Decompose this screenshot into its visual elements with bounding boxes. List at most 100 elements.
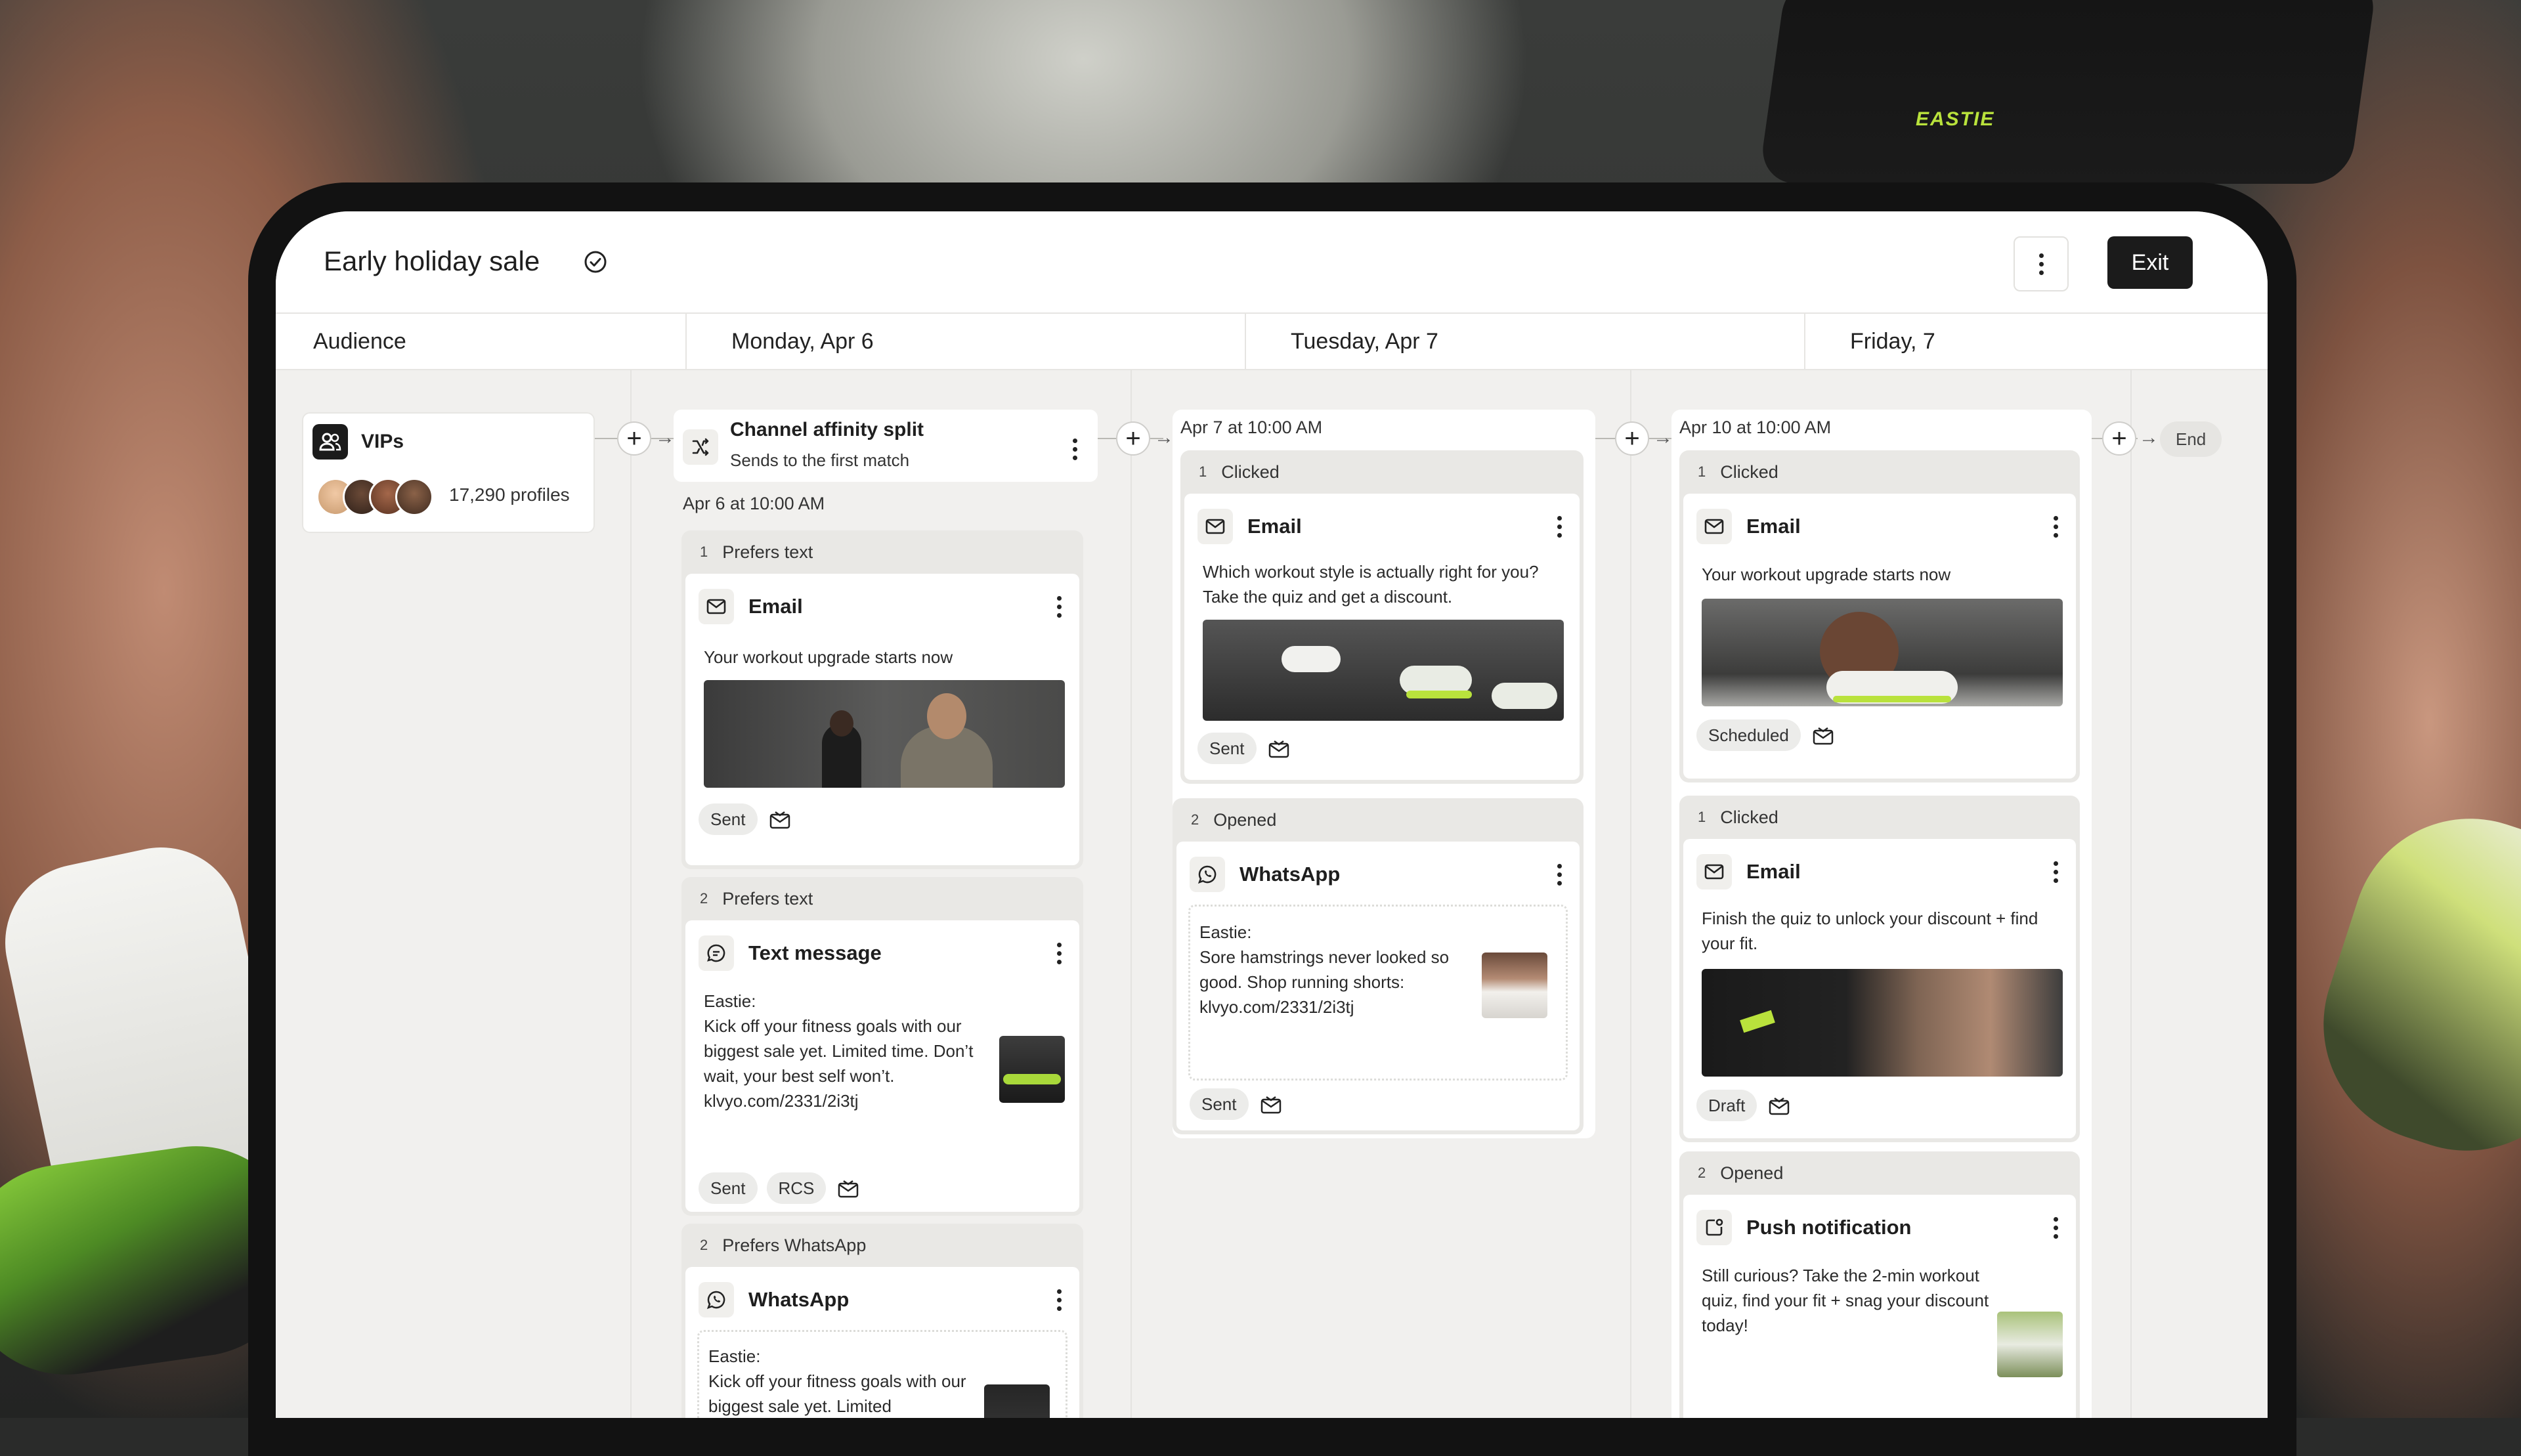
message-card[interactable]: Email Your workout upgrade starts now Sc… bbox=[1683, 494, 2076, 779]
friday-step: Apr 10 at 10:00 AM 1 Clicked Email Your w… bbox=[1671, 410, 2092, 1418]
message-menu-icon[interactable] bbox=[2052, 1216, 2059, 1239]
status-chip: Sent bbox=[699, 1172, 758, 1204]
message-channel: Text message bbox=[748, 941, 882, 964]
branch-condition: Prefers text bbox=[722, 888, 813, 909]
email-status-icon bbox=[1258, 1091, 1284, 1117]
push-notification-icon bbox=[1696, 1210, 1732, 1245]
audience-profile-count: 17,290 profiles bbox=[449, 484, 570, 505]
add-step-button[interactable]: + bbox=[1615, 421, 1649, 456]
exit-button[interactable]: Exit bbox=[2107, 236, 2193, 289]
flow-header: Early holiday sale Exit bbox=[276, 211, 2268, 314]
whatsapp-text: Eastie: Kick off your fitness goals with… bbox=[708, 1346, 966, 1416]
branch-number: 1 bbox=[1698, 463, 1706, 480]
email-icon bbox=[1696, 509, 1732, 544]
message-channel: Email bbox=[1247, 515, 1302, 538]
shirt-brand-logo: EASTIE bbox=[1916, 108, 1995, 130]
column-divider bbox=[630, 370, 632, 1418]
message-preview: Your workout upgrade starts now bbox=[1702, 565, 1951, 584]
branch-number: 1 bbox=[700, 544, 708, 560]
kebab-icon bbox=[2038, 253, 2044, 275]
email-hero-image bbox=[1702, 969, 2063, 1077]
email-hero-image bbox=[704, 680, 1065, 788]
email-hero-image bbox=[1203, 620, 1564, 721]
email-status-icon bbox=[835, 1175, 861, 1201]
audience-avatars bbox=[316, 478, 433, 516]
message-channel: Email bbox=[748, 595, 803, 618]
branch-card: 1 Clicked Email Your workout upgrade star… bbox=[1679, 450, 2080, 782]
email-hero-image bbox=[1702, 599, 2063, 706]
audience-name: VIPs bbox=[361, 431, 404, 452]
message-menu-icon[interactable] bbox=[2052, 861, 2059, 883]
branch-number: 1 bbox=[1698, 809, 1706, 825]
branch-number: 2 bbox=[700, 890, 708, 907]
branch-condition: Clicked bbox=[1720, 807, 1778, 827]
message-menu-icon[interactable] bbox=[1556, 515, 1562, 538]
message-card[interactable]: Email Finish the quiz to unlock your dis… bbox=[1683, 839, 2076, 1138]
arrow-right-icon: → bbox=[655, 427, 675, 448]
add-step-button[interactable]: + bbox=[2102, 421, 2136, 456]
arrow-right-icon: → bbox=[1653, 427, 1673, 448]
audience-card[interactable]: VIPs 17,290 profiles bbox=[302, 412, 595, 533]
branch-card: 1 Clicked Email Finish the quiz to unlock… bbox=[1679, 796, 2080, 1142]
message-card[interactable]: Email Which workout style is actually ri… bbox=[1184, 494, 1580, 780]
message-channel: Email bbox=[1746, 515, 1801, 538]
more-options-button[interactable] bbox=[2014, 236, 2069, 291]
app-screen: Early holiday sale Exit Audience Monday,… bbox=[276, 211, 2268, 1418]
column-divider bbox=[1630, 370, 1631, 1418]
branch-card: 2 Prefers text Text message Eastie: Kick … bbox=[681, 877, 1083, 1216]
whatsapp-thumbnail bbox=[984, 1384, 1050, 1418]
whatsapp-text: Eastie: Sore hamstrings never looked so … bbox=[1199, 922, 1450, 1017]
branch-card: 1 Prefers text Email Your workout upgrade… bbox=[681, 530, 1083, 869]
whatsapp-bubble: Eastie: Sore hamstrings never looked so … bbox=[1188, 905, 1568, 1081]
message-menu-icon[interactable] bbox=[1056, 595, 1062, 618]
arrow-right-icon: → bbox=[2139, 427, 2159, 448]
branch-number: 2 bbox=[1698, 1165, 1706, 1181]
step-send-date: Apr 10 at 10:00 AM bbox=[1679, 418, 1832, 437]
message-preview: Which workout style is actually right fo… bbox=[1203, 562, 1539, 607]
add-step-button[interactable]: + bbox=[1116, 421, 1150, 456]
column-header-friday: Friday, 7 bbox=[1804, 314, 2268, 369]
message-menu-icon[interactable] bbox=[1056, 942, 1062, 964]
message-menu-icon[interactable] bbox=[2052, 515, 2059, 538]
channel-split-card[interactable]: Channel affinity split Sends to the firs… bbox=[674, 410, 1098, 482]
message-card[interactable]: Text message Eastie: Kick off your fitne… bbox=[685, 920, 1079, 1212]
check-circle-icon bbox=[584, 251, 607, 273]
rcs-chip: RCS bbox=[766, 1172, 827, 1204]
branch-number: 2 bbox=[1191, 811, 1199, 828]
tuesday-step: Apr 7 at 10:00 AM 1 Clicked Email Which w… bbox=[1173, 410, 1595, 1138]
message-card[interactable]: WhatsApp Eastie: Kick off your fitness g… bbox=[685, 1267, 1079, 1418]
status-chip: Scheduled bbox=[1696, 719, 1801, 751]
branch-condition: Clicked bbox=[1720, 461, 1778, 482]
status-chip: Sent bbox=[1197, 733, 1257, 764]
branch-card: 2 Prefers WhatsApp WhatsApp Eastie: Kick … bbox=[681, 1224, 1083, 1418]
branch-condition: Prefers WhatsApp bbox=[722, 1235, 867, 1255]
status-chip: Sent bbox=[699, 803, 758, 835]
split-title: Channel affinity split bbox=[730, 419, 924, 440]
whatsapp-icon bbox=[1190, 857, 1225, 892]
sms-product-thumbnail bbox=[999, 1036, 1065, 1103]
flow-end-node: End bbox=[2160, 421, 2222, 457]
sms-text: Eastie: Kick off your fitness goals with… bbox=[704, 991, 974, 1111]
message-card[interactable]: WhatsApp Eastie: Sore hamstrings never l… bbox=[1176, 842, 1580, 1130]
column-divider bbox=[2130, 370, 2132, 1418]
email-status-icon bbox=[1810, 722, 1836, 748]
message-card[interactable]: Email Your workout upgrade starts now Se… bbox=[685, 574, 1079, 865]
message-menu-icon[interactable] bbox=[1056, 1289, 1062, 1311]
split-menu-icon[interactable] bbox=[1071, 439, 1078, 460]
column-header-tuesday: Tuesday, Apr 7 bbox=[1245, 314, 1804, 369]
message-menu-icon[interactable] bbox=[1556, 863, 1562, 886]
message-preview: Your workout upgrade starts now bbox=[704, 647, 953, 667]
add-step-button[interactable]: + bbox=[617, 421, 651, 456]
message-channel: Push notification bbox=[1746, 1216, 1912, 1239]
branch-condition: Opened bbox=[1213, 809, 1277, 830]
message-card[interactable]: Push notification Still curious? Take th… bbox=[1683, 1195, 2076, 1418]
branch-card: 1 Clicked Email Which workout style is ac… bbox=[1180, 450, 1584, 784]
branch-condition: Opened bbox=[1720, 1163, 1784, 1183]
column-header-monday: Monday, Apr 6 bbox=[685, 314, 1245, 369]
message-channel: WhatsApp bbox=[748, 1288, 850, 1311]
branch-card: 2 Opened Push notification Still curious?… bbox=[1679, 1151, 2080, 1418]
split-icon bbox=[683, 429, 718, 465]
athlete-shoe-right bbox=[2293, 788, 2521, 1182]
whatsapp-bubble: Eastie: Kick off your fitness goals with… bbox=[697, 1330, 1067, 1418]
column-divider bbox=[1131, 370, 1132, 1418]
